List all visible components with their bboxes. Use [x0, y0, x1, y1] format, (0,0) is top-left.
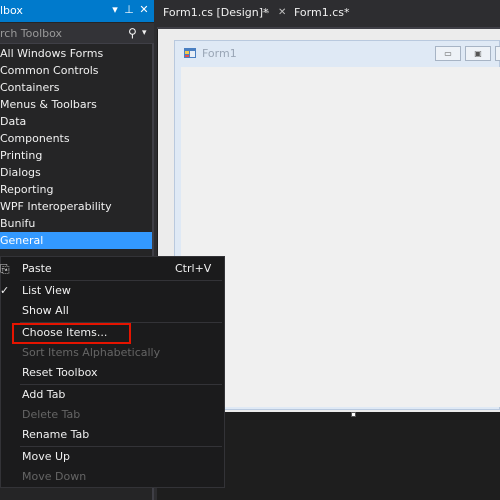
toolbox-item[interactable]: Bunifu — [0, 215, 152, 232]
paste-icon: ⎘ — [0, 262, 10, 276]
menu-item-sort-alphabetically: Sort Items Alphabetically — [22, 346, 161, 359]
annotation-highlight-box — [12, 323, 131, 344]
form-titlebar: Form1 ▭ ▣ — [175, 41, 500, 65]
toolbox-search[interactable]: rch Toolbox ⚲ ▾ — [0, 23, 154, 44]
close-icon[interactable]: ✕ — [137, 2, 151, 18]
resize-handle[interactable] — [351, 412, 356, 417]
toolbox-title: lbox — [0, 4, 23, 17]
form-client-area[interactable] — [181, 67, 500, 407]
minimize-button[interactable]: ▭ — [435, 46, 461, 61]
menu-item-paste[interactable]: Paste — [22, 259, 52, 279]
toolbox-title-bar: lbox ▾ ⊥ ✕ — [0, 0, 154, 22]
toolbox-item[interactable]: Data — [0, 113, 152, 130]
toolbox-item[interactable]: WPF Interoperability — [0, 198, 152, 215]
maximize-button[interactable]: ▣ — [465, 46, 491, 61]
toolbox-item[interactable]: Containers — [0, 79, 152, 96]
paste-shortcut: Ctrl+V — [175, 262, 212, 275]
menu-item-delete-tab: Delete Tab — [22, 408, 81, 421]
toolbox-item[interactable]: Common Controls — [0, 62, 152, 79]
toolbox-item[interactable]: Dialogs — [0, 164, 152, 181]
form-icon — [184, 48, 196, 58]
toolbox-item[interactable]: Reporting — [0, 181, 152, 198]
search-icon[interactable]: ⚲ — [128, 25, 137, 41]
toolbox-item[interactable]: Menus & Toolbars — [0, 96, 152, 113]
tab-form1-design[interactable]: Form1.cs [Design]* — [163, 4, 269, 22]
toolbox-item[interactable]: Components — [0, 130, 152, 147]
toolbox-item-selected[interactable]: General — [0, 232, 152, 249]
tab-form1-code[interactable]: Form1.cs* — [294, 4, 349, 22]
search-input[interactable]: rch Toolbox — [0, 27, 62, 40]
toolbox-item[interactable]: Printing — [0, 147, 152, 164]
close-button[interactable] — [495, 46, 500, 61]
menu-item-add-tab[interactable]: Add Tab — [22, 385, 65, 405]
menu-item-reset-toolbox[interactable]: Reset Toolbox — [22, 363, 97, 383]
form-title: Form1 — [202, 47, 237, 60]
menu-item-move-up[interactable]: Move Up — [22, 447, 70, 467]
pin-icon[interactable]: ⊥ — [122, 2, 136, 18]
dropdown-arrow-icon[interactable]: ▾ — [108, 2, 122, 18]
menu-item-show-all[interactable]: Show All — [22, 301, 69, 321]
toolbox-item[interactable]: All Windows Forms — [0, 45, 152, 62]
search-options-arrow-icon[interactable]: ▾ — [142, 25, 147, 41]
menu-item-rename-tab[interactable]: Rename Tab — [22, 425, 89, 445]
close-tab-icon[interactable]: ✕ — [278, 4, 286, 22]
menu-item-move-down: Move Down — [22, 470, 87, 483]
pin-icon[interactable]: ⊸ — [261, 4, 269, 22]
menu-item-list-view[interactable]: List View — [22, 281, 71, 301]
document-tab-bar: Form1.cs [Design]* ⊸ ✕ Form1.cs* — [157, 0, 500, 28]
checkmark-icon: ✓ — [0, 284, 10, 297]
